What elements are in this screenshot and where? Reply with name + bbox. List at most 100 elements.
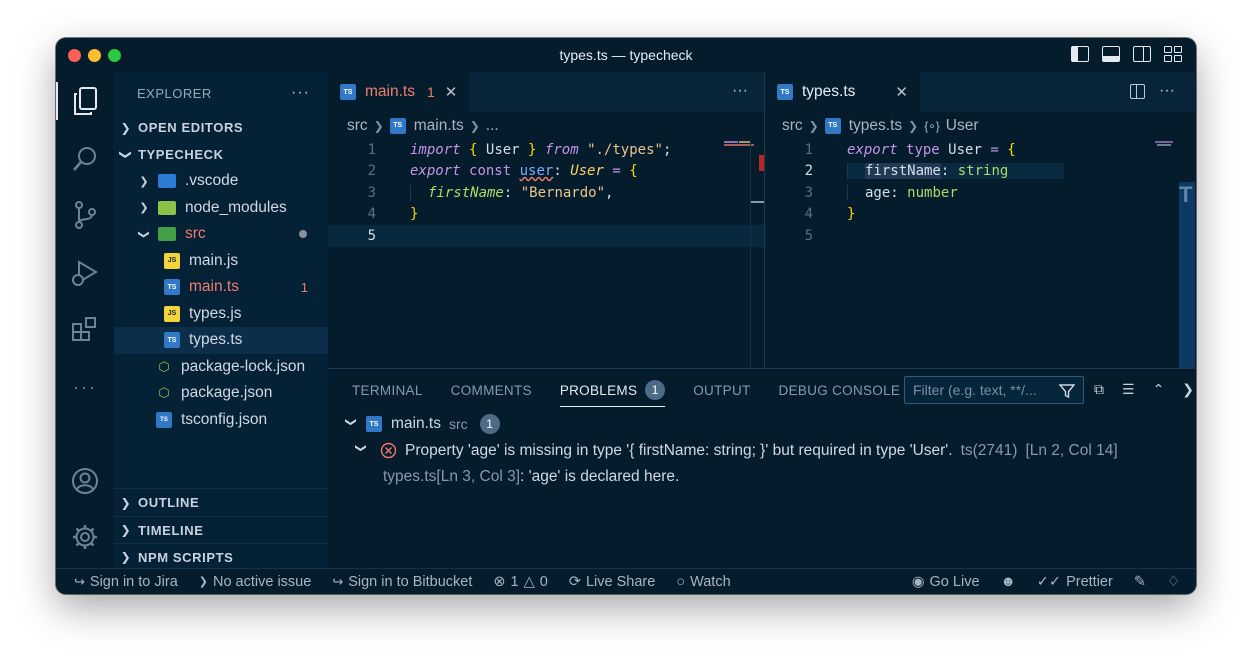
scrollbar-thumb[interactable]: T <box>1179 182 1195 368</box>
status-bitbucket[interactable]: ↪ Sign in to Bitbucket <box>332 574 472 590</box>
chevron-down-icon: ❯ <box>354 443 367 453</box>
source-control-icon[interactable] <box>70 200 100 230</box>
tab-output[interactable]: OUTPUT <box>693 369 750 411</box>
breadcrumb-folder[interactable]: src <box>347 117 368 135</box>
settings-gear-icon[interactable] <box>70 522 100 552</box>
status-notifications[interactable]: ♢ <box>1167 574 1180 590</box>
tree-item-package-json[interactable]: ⬡ package.json <box>114 380 328 407</box>
problem-item[interactable]: ❯ Property 'age' is missing in type '{ f… <box>328 438 1195 465</box>
explorer-more-actions-icon[interactable]: ··· <box>291 84 310 102</box>
status-issue-label: No active issue <box>212 573 312 590</box>
outline-section[interactable]: ❯ OUTLINE <box>114 489 328 516</box>
chevron-right-icon: ❯ <box>120 523 132 537</box>
tab-main-ts[interactable]: TS main.ts 1 ✕ <box>328 72 470 112</box>
editor-tabs: TS types.ts ✕ ··· <box>765 72 1195 112</box>
more-panel-icon[interactable]: ❯ <box>1182 381 1194 398</box>
breadcrumb: src ❯ TS main.ts ❯ ... <box>328 112 764 139</box>
status-live-share[interactable]: ⟳ Live Share <box>569 574 655 590</box>
js-file-icon: JS <box>164 305 180 322</box>
breadcrumb-file[interactable]: main.ts <box>414 117 464 135</box>
status-jira[interactable]: ↪ Sign in to Jira <box>74 574 178 590</box>
tree-item-vscode[interactable]: ❯ .vscode <box>114 168 328 195</box>
filter-funnel-icon[interactable] <box>1059 383 1075 399</box>
tree-item-label: package-lock.json <box>181 357 306 375</box>
ts-file-icon: TS <box>164 279 180 296</box>
more-views-icon[interactable]: ··· <box>70 372 100 402</box>
extensions-icon[interactable] <box>70 314 100 344</box>
maximize-panel-icon[interactable]: ⌃ <box>1153 381 1165 398</box>
chevron-right-icon: ❯ <box>808 118 819 133</box>
tree-item-node-modules[interactable]: ❯ node_modules <box>114 195 328 222</box>
toggle-secondary-sidebar-icon[interactable] <box>1133 46 1151 62</box>
problems-file-row[interactable]: ❯ TS main.ts src 1 <box>328 411 1195 438</box>
search-icon[interactable] <box>70 144 100 174</box>
code-line: 3 firstName: "Bernardo", <box>328 182 764 204</box>
chevron-right-icon: ❯ <box>469 118 480 133</box>
tree-item-package-lock[interactable]: ⬡ package-lock.json <box>114 354 328 381</box>
tree-item-types-js[interactable]: JS types.js <box>114 301 328 328</box>
breadcrumb-folder[interactable]: src <box>782 117 803 135</box>
breadcrumb-file[interactable]: types.ts <box>849 117 902 135</box>
group-actions: ··· <box>732 82 748 100</box>
toggle-primary-sidebar-icon[interactable] <box>1071 46 1089 62</box>
tree-item-label: tsconfig.json <box>181 410 268 428</box>
status-copilot[interactable]: ☻ <box>1001 574 1016 590</box>
status-jira-label: Sign in to Jira <box>89 573 178 590</box>
close-tab-icon[interactable]: ✕ <box>445 83 458 101</box>
chevron-down-icon: ❯ <box>137 229 150 239</box>
tree-item-main-ts[interactable]: TS main.ts 1 <box>114 274 328 301</box>
accounts-icon[interactable] <box>70 466 100 496</box>
problem-location: [Ln 2, Col 14] <box>1025 441 1118 459</box>
tree-item-tsconfig[interactable]: TS tsconfig.json <box>114 407 328 434</box>
explorer-icon[interactable] <box>56 82 100 120</box>
view-as-list-icon[interactable]: ☰ <box>1122 381 1135 398</box>
breadcrumb-rest[interactable]: ... <box>486 117 499 135</box>
tab-types-ts[interactable]: TS types.ts ✕ <box>765 72 920 112</box>
problems-filter-input[interactable]: Filter (e.g. text, **/... <box>904 376 1084 404</box>
tree-item-src[interactable]: ❯ src <box>114 221 328 248</box>
status-watch[interactable]: ○ Watch <box>676 574 730 590</box>
split-editor-icon[interactable] <box>1130 83 1146 99</box>
code-editor-types[interactable]: 1 export type User = { 2 firstName: stri… <box>765 139 1195 247</box>
more-actions-icon[interactable]: ··· <box>732 82 748 100</box>
status-problems[interactable]: ⊗ 1 △ 0 <box>493 574 547 590</box>
tsconfig-file-icon: TS <box>156 411 172 428</box>
run-debug-icon[interactable] <box>70 258 100 288</box>
status-issue[interactable]: ❯ No active issue <box>199 574 312 590</box>
toggle-panel-icon[interactable] <box>1102 46 1120 62</box>
close-tab-icon[interactable]: ✕ <box>895 83 908 101</box>
tree-item-types-ts[interactable]: TS types.ts <box>114 327 328 354</box>
tab-comments[interactable]: COMMENTS <box>451 369 532 411</box>
more-actions-icon[interactable]: ··· <box>1159 82 1175 100</box>
timeline-section[interactable]: ❯ TIMELINE <box>114 516 328 543</box>
related-info-item[interactable]: types.ts [Ln 3, Col 3] : 'age' is declar… <box>328 464 1195 491</box>
collapse-all-icon[interactable]: ⧉ <box>1094 381 1104 398</box>
npm-scripts-section[interactable]: ❯ NPM SCRIPTS <box>114 543 328 570</box>
code-editor-main[interactable]: 1 import { User } from "./types"; 2 expo… <box>328 139 764 247</box>
customize-layout-icon[interactable] <box>1164 46 1182 62</box>
tree-item-label: package.json <box>181 384 273 402</box>
tab-terminal[interactable]: TERMINAL <box>352 369 423 411</box>
tree-item-main-js[interactable]: JS main.js <box>114 248 328 275</box>
status-feedback[interactable]: ✎ <box>1134 574 1146 590</box>
breadcrumb-symbol[interactable]: User <box>946 117 979 135</box>
status-go-live-label: Go Live <box>929 573 980 590</box>
js-file-icon: JS <box>164 252 180 269</box>
status-prettier[interactable]: ✓✓ Prettier <box>1037 574 1113 590</box>
outline-label: OUTLINE <box>138 495 200 510</box>
status-go-live[interactable]: ◉ Go Live <box>912 574 980 590</box>
group-actions: ··· <box>1130 82 1175 100</box>
status-prettier-label: Prettier <box>1066 573 1113 590</box>
warning-triangle-icon: △ <box>523 573 535 590</box>
line-number: 3 <box>367 184 376 201</box>
open-editors-section[interactable]: ❯ OPEN EDITORS <box>114 114 328 141</box>
project-section[interactable]: ❯ TYPECHECK <box>114 141 328 168</box>
tree-item-label: node_modules <box>185 198 287 216</box>
tab-problems-label: PROBLEMS <box>559 382 638 398</box>
scrollbar[interactable] <box>750 139 765 368</box>
line-number: 2 <box>804 163 813 180</box>
tab-problems[interactable]: PROBLEMS 1 <box>559 369 666 411</box>
sidebar-bottom-sections: ❯ OUTLINE ❯ TIMELINE ❯ NPM SCRIPTS <box>114 488 328 570</box>
ts-file-icon: TS <box>777 84 793 100</box>
tab-debug-console[interactable]: DEBUG CONSOLE <box>779 369 901 411</box>
